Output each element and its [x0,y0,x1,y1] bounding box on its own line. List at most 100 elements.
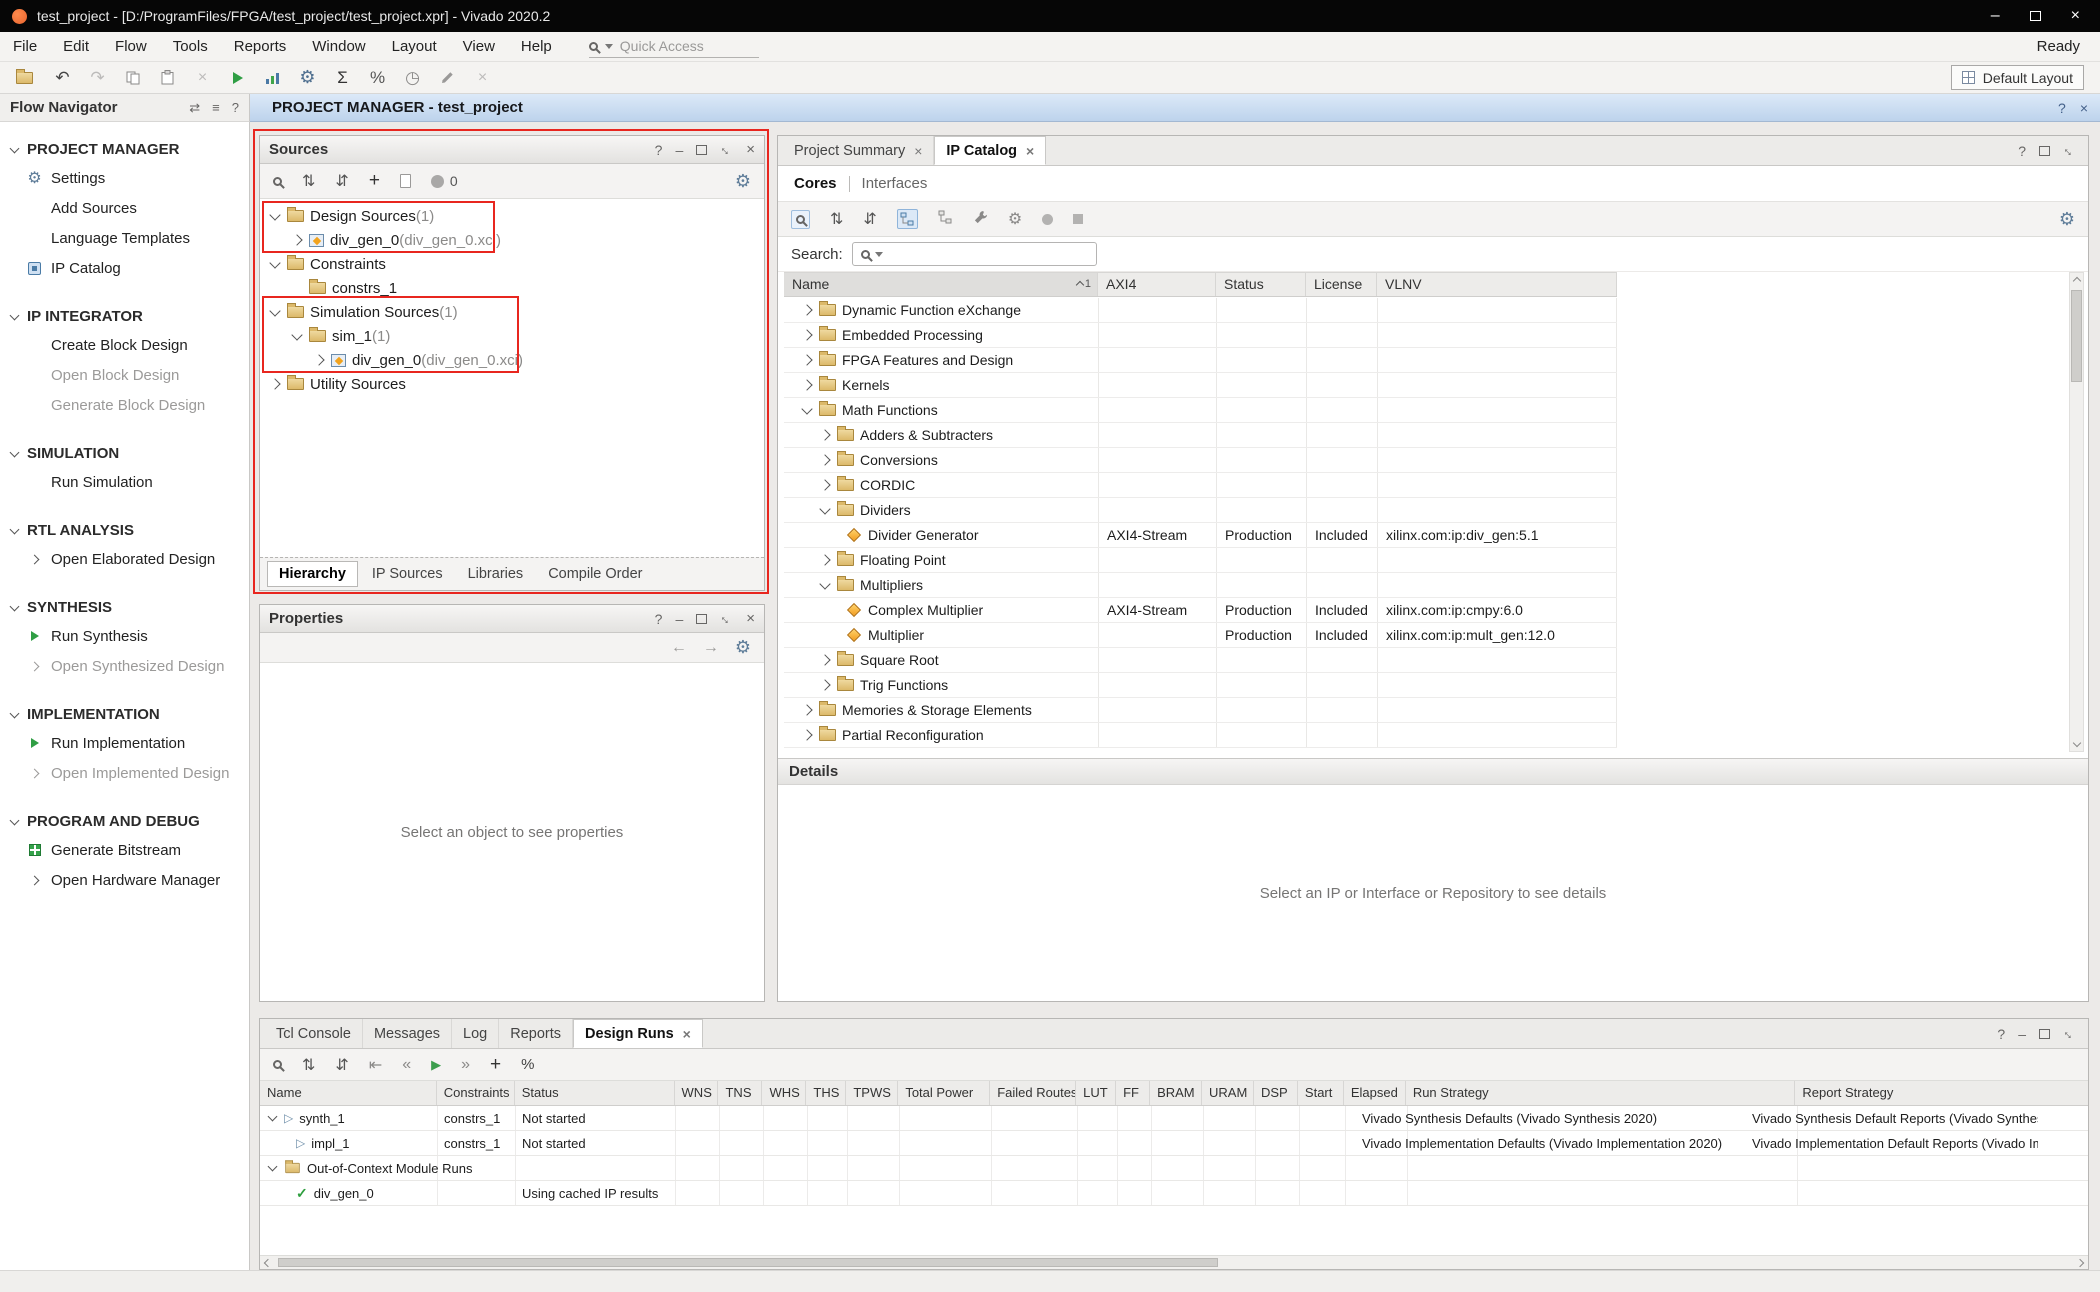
tab-ip-sources[interactable]: IP Sources [361,562,454,586]
column-header-vlnv[interactable]: VLNV [1377,273,1617,296]
column-header-tpws[interactable]: TPWS [846,1081,898,1105]
document-icon[interactable] [400,174,411,188]
vertical-scrollbar[interactable] [2069,272,2084,752]
column-header-name[interactable]: Name [260,1081,437,1105]
float-icon[interactable] [2039,146,2050,156]
scroll-left-icon[interactable] [260,1260,276,1266]
tab-project-summary[interactable]: Project Summary × [783,136,934,165]
paste-icon[interactable] [150,65,185,91]
ip-row-fpga-features[interactable]: FPGA Features and Design [784,348,1617,373]
collapse-all-icon[interactable]: ⇅ [302,1055,315,1075]
flow-item-create-block-design[interactable]: Create Block Design [0,330,249,360]
maximize-button[interactable] [2030,11,2041,21]
flow-item-add-sources[interactable]: Add Sources [0,193,249,223]
column-header-whs[interactable]: WHS [762,1081,806,1105]
clock-icon[interactable]: ◷ [395,65,430,91]
flow-section-header-project-manager[interactable]: PROJECT MANAGER [0,136,249,163]
minimize-button[interactable]: – [1991,7,2000,25]
collapse-all-icon[interactable]: ⇅ [302,171,315,191]
tab-compile-order[interactable]: Compile Order [537,562,653,586]
column-header-wns[interactable]: WNS [675,1081,719,1105]
menu-reports[interactable]: Reports [221,32,300,62]
expand-all-icon[interactable]: ⇵ [335,171,348,191]
maximize-icon[interactable]: ↔ [717,140,737,160]
ip-row-multiplier[interactable]: Multiplier Production Included xilinx.co… [784,623,1617,648]
column-header-status[interactable]: Status [515,1081,675,1105]
gear-icon[interactable]: ⚙ [735,171,751,192]
run-row-synth-1[interactable]: ▷ synth_1 constrs_1 Not started Vivado S… [260,1106,2088,1131]
tab-messages[interactable]: Messages [363,1019,452,1048]
column-header-start[interactable]: Start [1298,1081,1344,1105]
tree-row-utility-sources[interactable]: Utility Sources [260,372,764,396]
gear-icon[interactable]: ⚙ [735,637,751,658]
column-header-total-power[interactable]: Total Power [898,1081,990,1105]
forward-arrow-icon[interactable]: → [703,639,719,657]
flow-section-header-simulation[interactable]: SIMULATION [0,440,249,467]
subtab-cores[interactable]: Cores [794,175,837,192]
run-row-div-gen-0[interactable]: ✓ div_gen_0 Using cached IP results [260,1181,2088,1206]
run-row-impl-1[interactable]: ▷ impl_1 constrs_1 Not started Vivado Im… [260,1131,2088,1156]
tab-tcl-console[interactable]: Tcl Console [265,1019,363,1048]
menu-edit[interactable]: Edit [50,32,102,62]
group-by-hierarchy-icon[interactable] [897,209,918,229]
ip-row-multipliers[interactable]: Multipliers [784,573,1617,598]
close-icon[interactable]: × [746,141,755,158]
tab-libraries[interactable]: Libraries [457,562,535,586]
delete-icon[interactable]: × [185,65,220,91]
play-icon[interactable]: ▶ [431,1057,441,1073]
column-header-status[interactable]: Status [1216,273,1306,296]
menu-lines-icon[interactable]: ≡ [212,100,220,116]
help-icon[interactable]: ? [655,611,663,627]
flow-item-generate-block-design[interactable]: Generate Block Design [0,390,249,420]
record-icon[interactable] [1042,214,1053,225]
ip-row-math-functions[interactable]: Math Functions [784,398,1617,423]
wrench-icon[interactable] [973,210,988,229]
ip-search-input[interactable] [888,246,1068,262]
ip-row-dividers[interactable]: Dividers [784,498,1617,523]
menu-tools[interactable]: Tools [160,32,221,62]
stop-icon[interactable] [1073,214,1083,224]
flow-section-header-program-and-debug[interactable]: PROGRAM AND DEBUG [0,808,249,835]
scrollbar-thumb[interactable] [2071,290,2082,382]
redo-icon[interactable]: ↷ [80,65,115,91]
run-row-out-of-context[interactable]: Out-of-Context Module Runs [260,1156,2088,1181]
percent-icon[interactable]: % [360,65,395,91]
flow-item-run-simulation[interactable]: Run Simulation [0,467,249,497]
flow-steps-icon[interactable] [255,65,290,91]
column-header-bram[interactable]: BRAM [1150,1081,1202,1105]
tab-reports[interactable]: Reports [499,1019,573,1048]
column-header-run-strategy[interactable]: Run Strategy [1406,1081,1796,1105]
float-icon[interactable] [696,614,707,624]
menu-file[interactable]: File [0,32,50,62]
ip-row-cordic[interactable]: CORDIC [784,473,1617,498]
flow-section-header-implementation[interactable]: IMPLEMENTATION [0,701,249,728]
close-icon[interactable]: × [683,1026,691,1042]
tab-log[interactable]: Log [452,1019,499,1048]
ip-row-memories-storage[interactable]: Memories & Storage Elements [784,698,1617,723]
expand-all-icon[interactable]: ⇵ [863,209,876,229]
menu-flow[interactable]: Flow [102,32,160,62]
menu-view[interactable]: View [450,32,508,62]
scroll-down-icon[interactable] [2073,739,2081,747]
column-header-axi4[interactable]: AXI4 [1098,273,1216,296]
flow-item-generate-bitstream[interactable]: Generate Bitstream [0,835,249,865]
flow-item-open-implemented-design[interactable]: Open Implemented Design [0,758,249,788]
swap-icon[interactable]: ⇄ [189,100,200,116]
ip-row-floating-point[interactable]: Floating Point [784,548,1617,573]
ip-row-adders-subtracters[interactable]: Adders & Subtracters [784,423,1617,448]
flow-item-open-elaborated-design[interactable]: Open Elaborated Design [0,544,249,574]
back-arrow-icon[interactable]: ← [671,639,687,657]
ip-row-dynamic-function-exchange[interactable]: Dynamic Function eXchange [784,298,1617,323]
gear-icon[interactable]: ⚙ [290,65,325,91]
help-icon[interactable]: ? [655,142,663,158]
minimize-icon[interactable]: – [2018,1026,2026,1042]
close-button[interactable]: × [2071,7,2080,25]
step-forward-icon[interactable]: » [461,1056,470,1074]
help-icon[interactable]: ? [1997,1026,2005,1042]
refresh-gear-icon[interactable]: ⚙ [1008,209,1022,229]
ip-row-complex-multiplier[interactable]: Complex Multiplier AXI4-Stream Productio… [784,598,1617,623]
ip-row-kernels[interactable]: Kernels [784,373,1617,398]
gear-icon[interactable]: ⚙ [2059,209,2075,230]
close-icon[interactable]: × [746,610,755,627]
column-header-license[interactable]: License [1306,273,1377,296]
